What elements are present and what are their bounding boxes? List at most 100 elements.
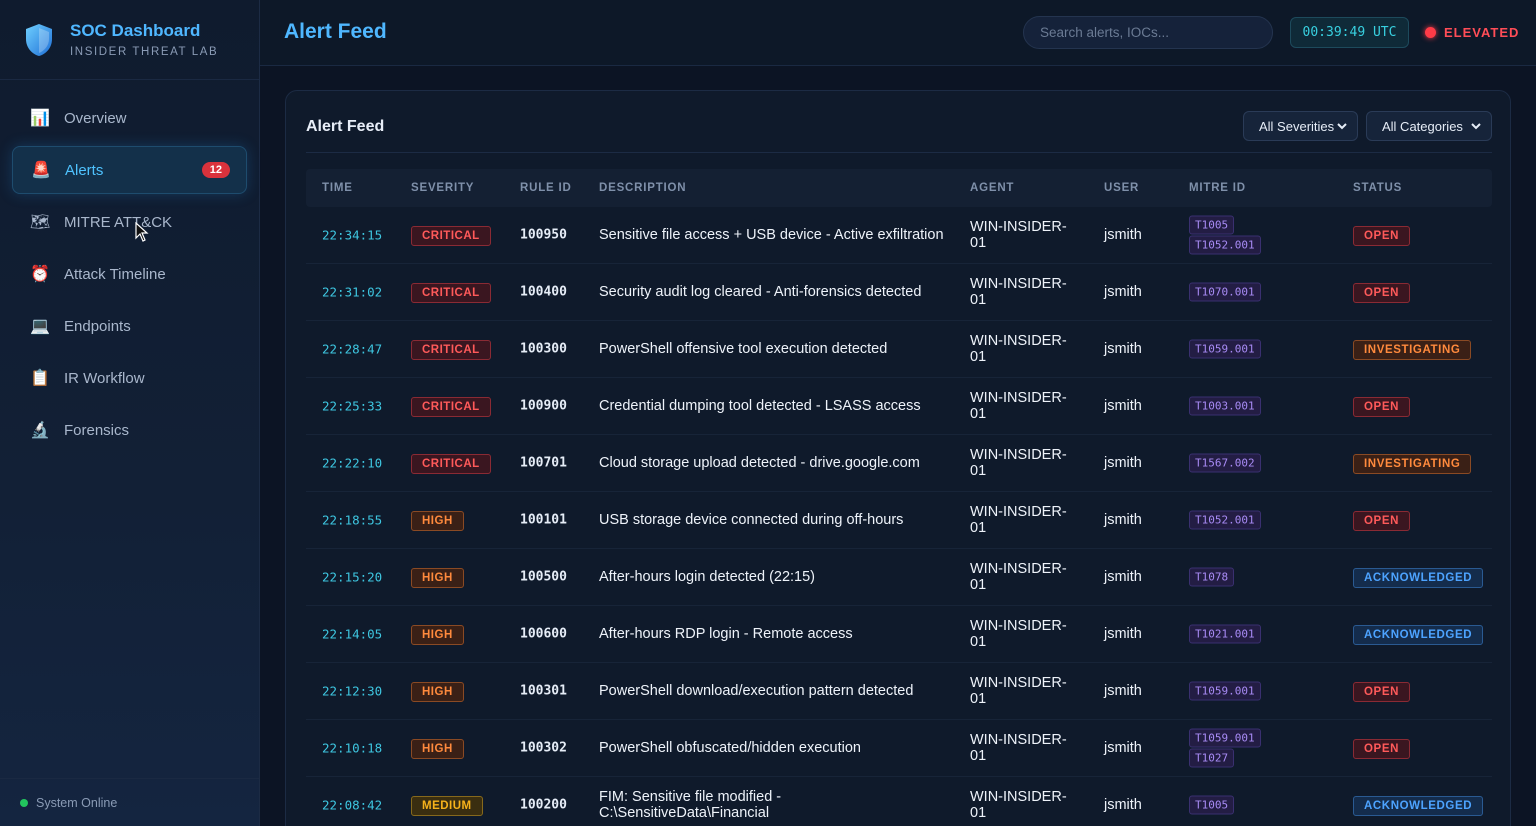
severity-filter-select[interactable]: All Severities bbox=[1243, 111, 1358, 141]
agent-name: WIN-INSIDER-01 bbox=[970, 732, 1067, 764]
alert-description: FIM: Sensitive file modified - C:\Sensit… bbox=[599, 789, 782, 821]
table-row[interactable]: 22:25:33 CRITICAL 100900 Credential dumping… bbox=[306, 378, 1492, 435]
table-row[interactable]: 22:28:47 CRITICAL 100300 PowerShell offensi… bbox=[306, 321, 1492, 378]
column-header-agent[interactable]: AGENT bbox=[970, 182, 1014, 194]
mouse-cursor-icon bbox=[135, 222, 149, 242]
status-badge[interactable]: OPEN bbox=[1353, 397, 1410, 417]
severity-badge: CRITICAL bbox=[411, 340, 491, 360]
agent-name: WIN-INSIDER-01 bbox=[970, 276, 1067, 308]
sidebar-item-ir-workflow[interactable]: 📋 IR Workflow bbox=[12, 354, 247, 402]
search-input[interactable] bbox=[1023, 16, 1273, 49]
severity-badge: CRITICAL bbox=[411, 226, 491, 246]
brand: SOC Dashboard INSIDER THREAT LAB bbox=[0, 0, 259, 80]
status-badge[interactable]: OPEN bbox=[1353, 739, 1410, 759]
mitre-id-tag[interactable]: T1070.001 bbox=[1189, 282, 1261, 302]
sidebar-item-mitre-att-ck[interactable]: 🗺 MITRE ATT&CK bbox=[12, 198, 247, 246]
panel-title: Alert Feed bbox=[306, 118, 385, 135]
alert-feed-panel: Alert Feed All Severities All Categories… bbox=[285, 90, 1511, 826]
rule-id: 100300 bbox=[520, 341, 567, 357]
table-row[interactable]: 22:34:15 CRITICAL 100950 Sensitive file acc… bbox=[306, 207, 1492, 264]
status-badge[interactable]: OPEN bbox=[1353, 283, 1410, 303]
column-header-time[interactable]: TIME bbox=[322, 182, 353, 194]
status-badge[interactable]: OPEN bbox=[1353, 682, 1410, 702]
mitre-id-tag[interactable]: T1052.001 bbox=[1189, 235, 1261, 255]
alert-time: 22:22:10 bbox=[322, 455, 383, 471]
status-badge[interactable]: INVESTIGATING bbox=[1353, 454, 1472, 474]
table-row[interactable]: 22:22:10 CRITICAL 100701 Cloud storage uplo… bbox=[306, 435, 1492, 492]
alert-description: USB storage device connected during off-… bbox=[599, 512, 904, 528]
alert-description: PowerShell download/execution pattern de… bbox=[599, 683, 914, 699]
sidebar-item-attack-timeline[interactable]: ⏰ Attack Timeline bbox=[12, 250, 247, 298]
mitre-id-tag[interactable]: T1021.001 bbox=[1189, 624, 1261, 644]
status-badge[interactable]: ACKNOWLEDGED bbox=[1353, 796, 1484, 816]
agent-name: WIN-INSIDER-01 bbox=[970, 561, 1067, 593]
mitre-id-list: T1021.001 bbox=[1189, 624, 1261, 644]
column-header-user[interactable]: USER bbox=[1104, 182, 1139, 194]
table-row[interactable]: 22:14:05 HIGH 100600 After-hours RDP login … bbox=[306, 606, 1492, 663]
table-header: TIME SEVERITY RULE ID DESCRIPTION AGENT … bbox=[306, 169, 1492, 207]
severity-badge: CRITICAL bbox=[411, 283, 491, 303]
column-header-description[interactable]: DESCRIPTION bbox=[599, 182, 686, 194]
column-header-status[interactable]: STATUS bbox=[1353, 182, 1402, 194]
alert-description: After-hours login detected (22:15) bbox=[599, 569, 816, 585]
status-cell: OPEN bbox=[1353, 226, 1410, 246]
table-body: 22:34:15 CRITICAL 100950 Sensitive file acc… bbox=[306, 207, 1492, 826]
severity-badge: HIGH bbox=[411, 739, 464, 759]
status-dot-icon bbox=[20, 798, 28, 807]
table-row[interactable]: 22:31:02 CRITICAL 100400 Security audit log… bbox=[306, 264, 1492, 321]
table-row[interactable]: 22:08:42 MEDIUM 100200 FIM: Sensitive file … bbox=[306, 777, 1492, 826]
status-cell: INVESTIGATING bbox=[1353, 454, 1472, 474]
sidebar-nav: 📊 Overview 🚨 Alerts 12 🗺 MITRE ATT&CK ⏰ Attack T… bbox=[0, 80, 259, 454]
sidebar-item-forensics[interactable]: 🔬 Forensics bbox=[12, 406, 247, 454]
rule-id: 100301 bbox=[520, 683, 567, 699]
table-row[interactable]: 22:18:55 HIGH 100101 USB storage device con… bbox=[306, 492, 1492, 549]
table-row[interactable]: 22:15:20 HIGH 100500 After-hours login dete… bbox=[306, 549, 1492, 606]
mitre-id-tag[interactable]: T1052.001 bbox=[1189, 510, 1261, 530]
status-badge[interactable]: OPEN bbox=[1353, 226, 1410, 246]
status-badge[interactable]: ACKNOWLEDGED bbox=[1353, 568, 1484, 588]
sidebar-item-label: Forensics bbox=[64, 421, 130, 439]
alert-time: 22:25:33 bbox=[322, 398, 383, 414]
column-header-severity[interactable]: SEVERITY bbox=[411, 182, 474, 194]
mitre-id-tag[interactable]: T1005 bbox=[1189, 795, 1235, 815]
severity-cell: HIGH bbox=[411, 682, 464, 702]
bar-chart-icon: 📊 bbox=[30, 110, 50, 127]
sidebar-item-label: IR Workflow bbox=[64, 369, 145, 387]
mitre-id-tag[interactable]: T1078 bbox=[1189, 567, 1235, 587]
table-row[interactable]: 22:10:18 HIGH 100302 PowerShell obfuscated/… bbox=[306, 720, 1492, 777]
status-cell: OPEN bbox=[1353, 283, 1410, 303]
mitre-id-tag[interactable]: T1059.001 bbox=[1189, 339, 1261, 359]
mitre-id-tag[interactable]: T1003.001 bbox=[1189, 396, 1261, 416]
table-row[interactable]: 22:12:30 HIGH 100301 PowerShell download/ex… bbox=[306, 663, 1492, 720]
severity-cell: CRITICAL bbox=[411, 226, 491, 246]
rule-id: 100900 bbox=[520, 398, 567, 414]
severity-cell: HIGH bbox=[411, 511, 464, 531]
utc-clock: 00:39:49 UTC bbox=[1290, 17, 1409, 48]
agent-name: WIN-INSIDER-01 bbox=[970, 333, 1067, 365]
sidebar-item-label: Attack Timeline bbox=[64, 265, 166, 283]
status-cell: OPEN bbox=[1353, 739, 1410, 759]
sidebar-item-alerts[interactable]: 🚨 Alerts 12 bbox=[12, 146, 247, 194]
column-header-rule-id[interactable]: RULE ID bbox=[520, 182, 572, 194]
alert-description: PowerShell obfuscated/hidden execution bbox=[599, 740, 861, 756]
column-header-mitre-id[interactable]: MITRE ID bbox=[1189, 182, 1246, 194]
severity-cell: CRITICAL bbox=[411, 283, 491, 303]
user-name: jsmith bbox=[1104, 683, 1142, 699]
mitre-id-tag[interactable]: T1059.001 bbox=[1189, 728, 1261, 748]
clipboard-icon: 📋 bbox=[30, 370, 50, 387]
mitre-id-tag[interactable]: T1005 bbox=[1189, 215, 1235, 235]
mitre-id-tag[interactable]: T1567.002 bbox=[1189, 453, 1261, 473]
rule-id: 100302 bbox=[520, 740, 567, 756]
severity-badge: HIGH bbox=[411, 625, 464, 645]
mitre-id-tag[interactable]: T1059.001 bbox=[1189, 681, 1261, 701]
alert-description: Credential dumping tool detected - LSASS… bbox=[599, 398, 921, 414]
sidebar-item-overview[interactable]: 📊 Overview bbox=[12, 94, 247, 142]
shield-icon bbox=[26, 23, 52, 56]
status-badge[interactable]: ACKNOWLEDGED bbox=[1353, 625, 1484, 645]
category-filter-select[interactable]: All Categories bbox=[1366, 111, 1492, 141]
sidebar-item-endpoints[interactable]: 💻 Endpoints bbox=[12, 302, 247, 350]
status-badge[interactable]: INVESTIGATING bbox=[1353, 340, 1472, 360]
mitre-id-tag[interactable]: T1027 bbox=[1189, 748, 1235, 768]
severity-badge: MEDIUM bbox=[411, 796, 483, 816]
status-badge[interactable]: OPEN bbox=[1353, 511, 1410, 531]
